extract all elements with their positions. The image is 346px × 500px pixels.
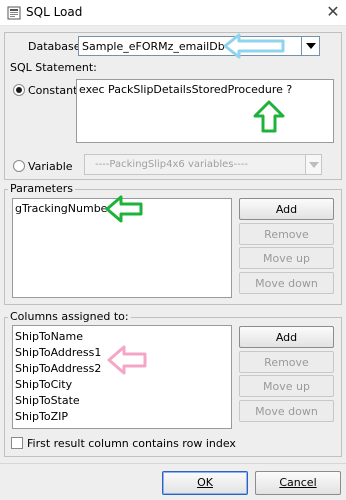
constant-sql-textarea[interactable]: exec PackSlipDetailsStoredProcedure ? [76,79,334,143]
pink-left-arrow-icon [107,345,147,375]
database-load-icon [7,6,21,20]
row-index-checkbox[interactable] [11,437,23,449]
parameters-legend: Parameters [8,182,75,195]
parameters-move-up-button[interactable]: Move up [239,247,334,269]
list-item[interactable]: ShipToZIP [15,409,68,424]
list-item[interactable]: gTrackingNumber [15,201,112,216]
variable-combo-button [305,155,321,174]
list-item[interactable]: ShipToName [15,329,83,344]
variable-label: Variable [28,160,73,173]
chevron-down-icon [306,43,316,49]
parameters-move-down-button[interactable]: Move down [239,272,334,294]
ok-button[interactable]: OK [162,471,248,495]
title-bar: SQL Load ✕ [0,0,346,26]
columns-legend: Columns assigned to: [8,310,131,323]
database-combo-value: Sample_eFORMz_emailDb [82,40,225,53]
ok-button-label: OK [197,476,213,489]
list-item[interactable]: ShipToCity [15,377,72,392]
columns-add-button[interactable]: Add [239,326,334,348]
parameters-add-button[interactable]: Add [239,198,334,220]
list-item[interactable]: ShipToAddress2 [15,361,101,376]
variable-combo: ----PackingSlip4x6 variables---- [84,154,322,175]
cancel-button[interactable]: Cancel [255,471,341,495]
columns-move-up-button[interactable]: Move up [239,375,334,397]
list-item[interactable]: ShipToState [15,393,80,408]
variable-combo-placeholder: ----PackingSlip4x6 variables---- [95,159,248,170]
parameters-remove-button[interactable]: Remove [239,223,334,245]
constant-radio[interactable] [13,84,25,96]
green-left-arrow-icon [105,195,143,223]
database-combo-button[interactable] [301,37,319,55]
footer-divider [0,463,346,464]
columns-remove-button[interactable]: Remove [239,351,334,373]
close-icon[interactable]: ✕ [322,1,344,23]
variable-radio[interactable] [13,160,25,172]
constant-sql-text: exec PackSlipDetailsStoredProcedure ? [79,83,293,96]
window-title: SQL Load [26,5,83,19]
database-label: Database [28,40,81,53]
blue-arrow-icon [223,33,285,59]
columns-list[interactable]: ShipToName ShipToAddress1 ShipToAddress2… [12,325,232,429]
constant-label: Constant [28,84,78,97]
row-index-label: First result column contains row index [27,437,236,450]
green-up-arrow-icon [253,100,285,133]
columns-move-down-button[interactable]: Move down [239,400,334,422]
sql-statement-legend: SQL Statement: [8,61,99,74]
chevron-down-icon [309,162,319,168]
cancel-button-label: Cancel [279,476,317,489]
list-item[interactable]: ShipToAddress1 [15,345,101,360]
